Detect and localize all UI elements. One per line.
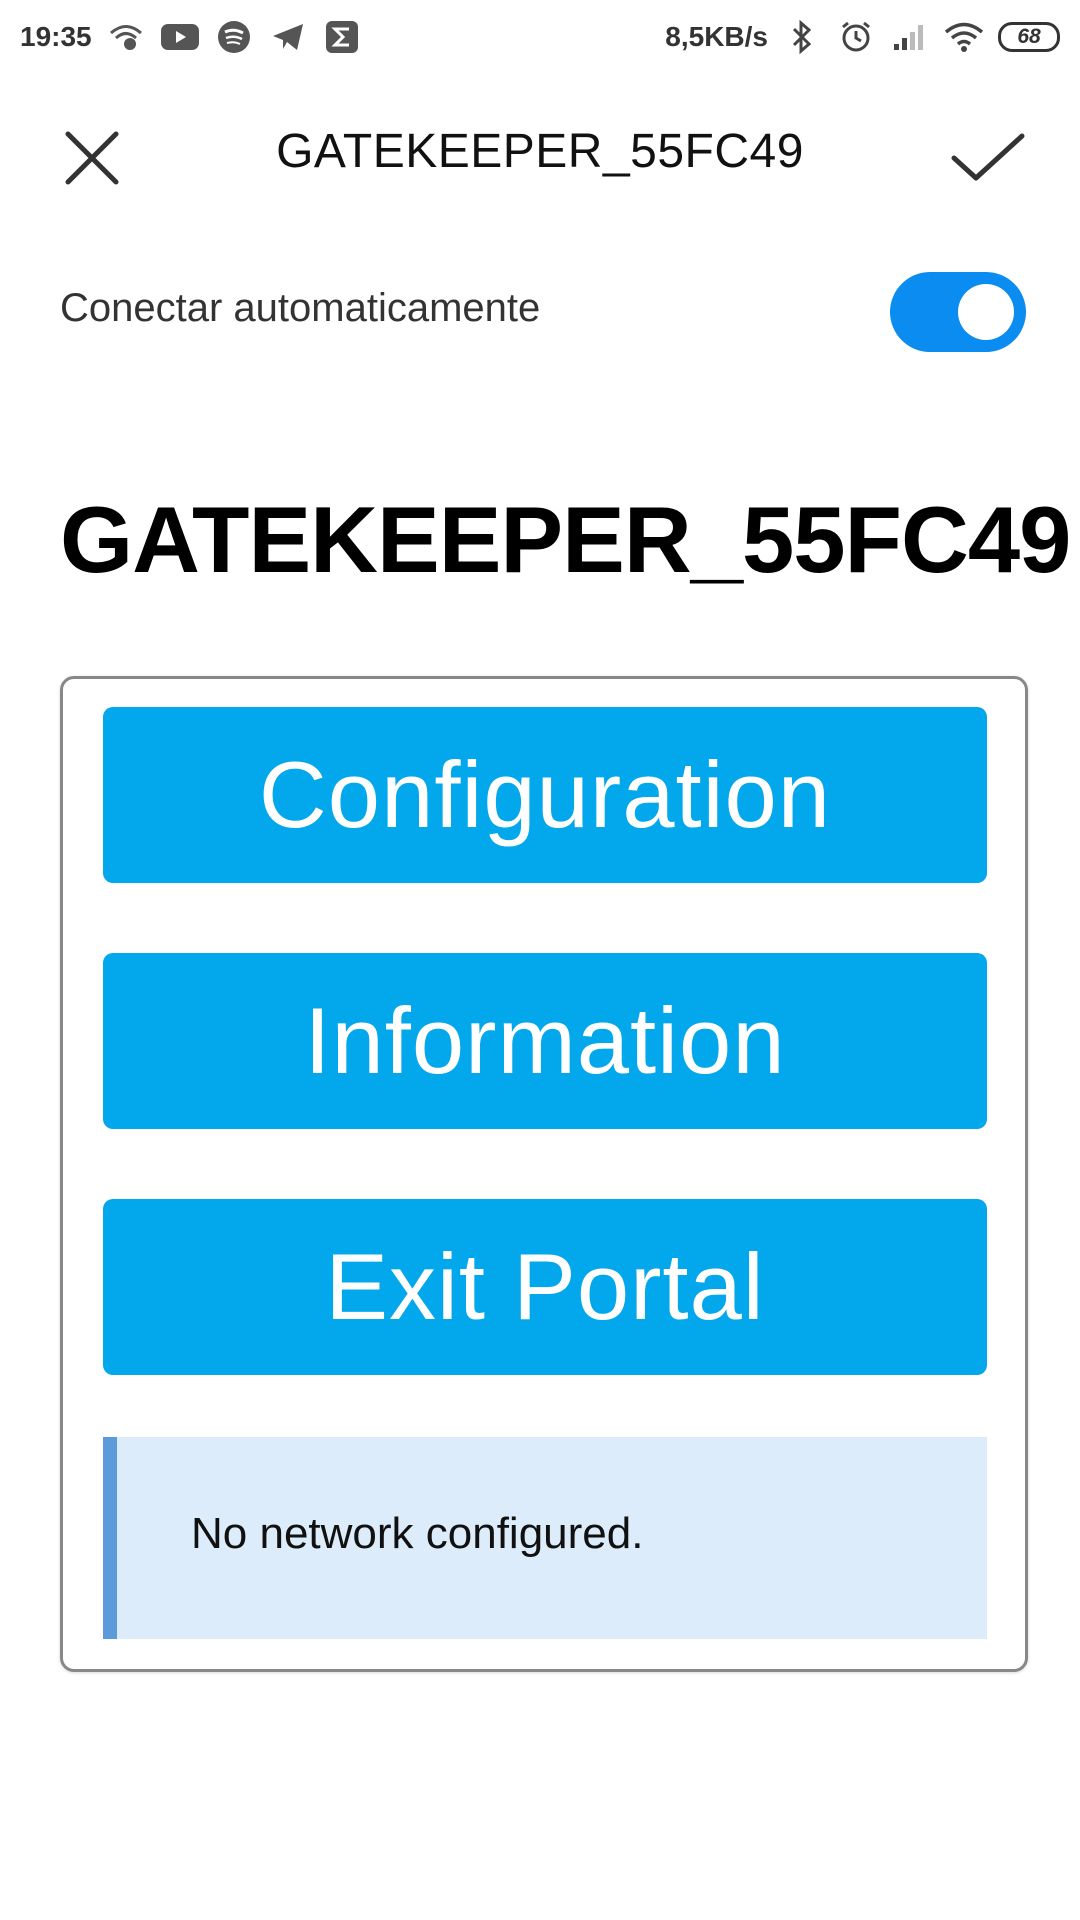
confirm-button[interactable] [948,128,1028,188]
alarm-icon [836,17,876,57]
battery-indicator: 68 [998,22,1060,52]
close-button[interactable] [62,128,122,188]
signal-icon [890,17,930,57]
spotify-icon [214,17,254,57]
status-message-box: No network configured. [103,1437,987,1639]
auto-connect-label: Conectar automaticamente [60,286,541,330]
network-speed: 8,5KB/s [665,21,768,52]
toggle-knob [958,284,1014,340]
status-left: 19:35 [20,17,362,57]
app-bar: GATEKEEPER_55FC49 [0,108,1080,198]
auto-connect-row: Conectar automaticamente [60,264,1026,352]
close-icon [65,131,119,185]
information-button[interactable]: Information [103,953,987,1129]
bluetooth-icon [782,17,822,57]
check-icon [951,133,1025,181]
network-title: GATEKEEPER_55FC49 [276,125,804,178]
sigma-icon [322,17,362,57]
status-message: No network configured. [191,1509,644,1558]
portal-heading: GATEKEEPER_55FC49 [60,487,1071,592]
status-bar: 19:35 8,5KB/s 68 [0,0,1080,74]
telegram-icon [268,17,308,57]
battery-level: 68 [1017,25,1041,48]
auto-connect-toggle[interactable] [890,272,1026,352]
configuration-button[interactable]: Configuration [103,707,987,883]
wifi-assist-icon [106,17,146,57]
status-right: 8,5KB/s 68 [665,17,1060,57]
exit-portal-button[interactable]: Exit Portal [103,1199,987,1375]
youtube-icon [160,17,200,57]
wifi-icon [944,17,984,57]
status-time: 19:35 [20,21,92,52]
portal-card: Configuration Information Exit Portal No… [60,676,1028,1672]
